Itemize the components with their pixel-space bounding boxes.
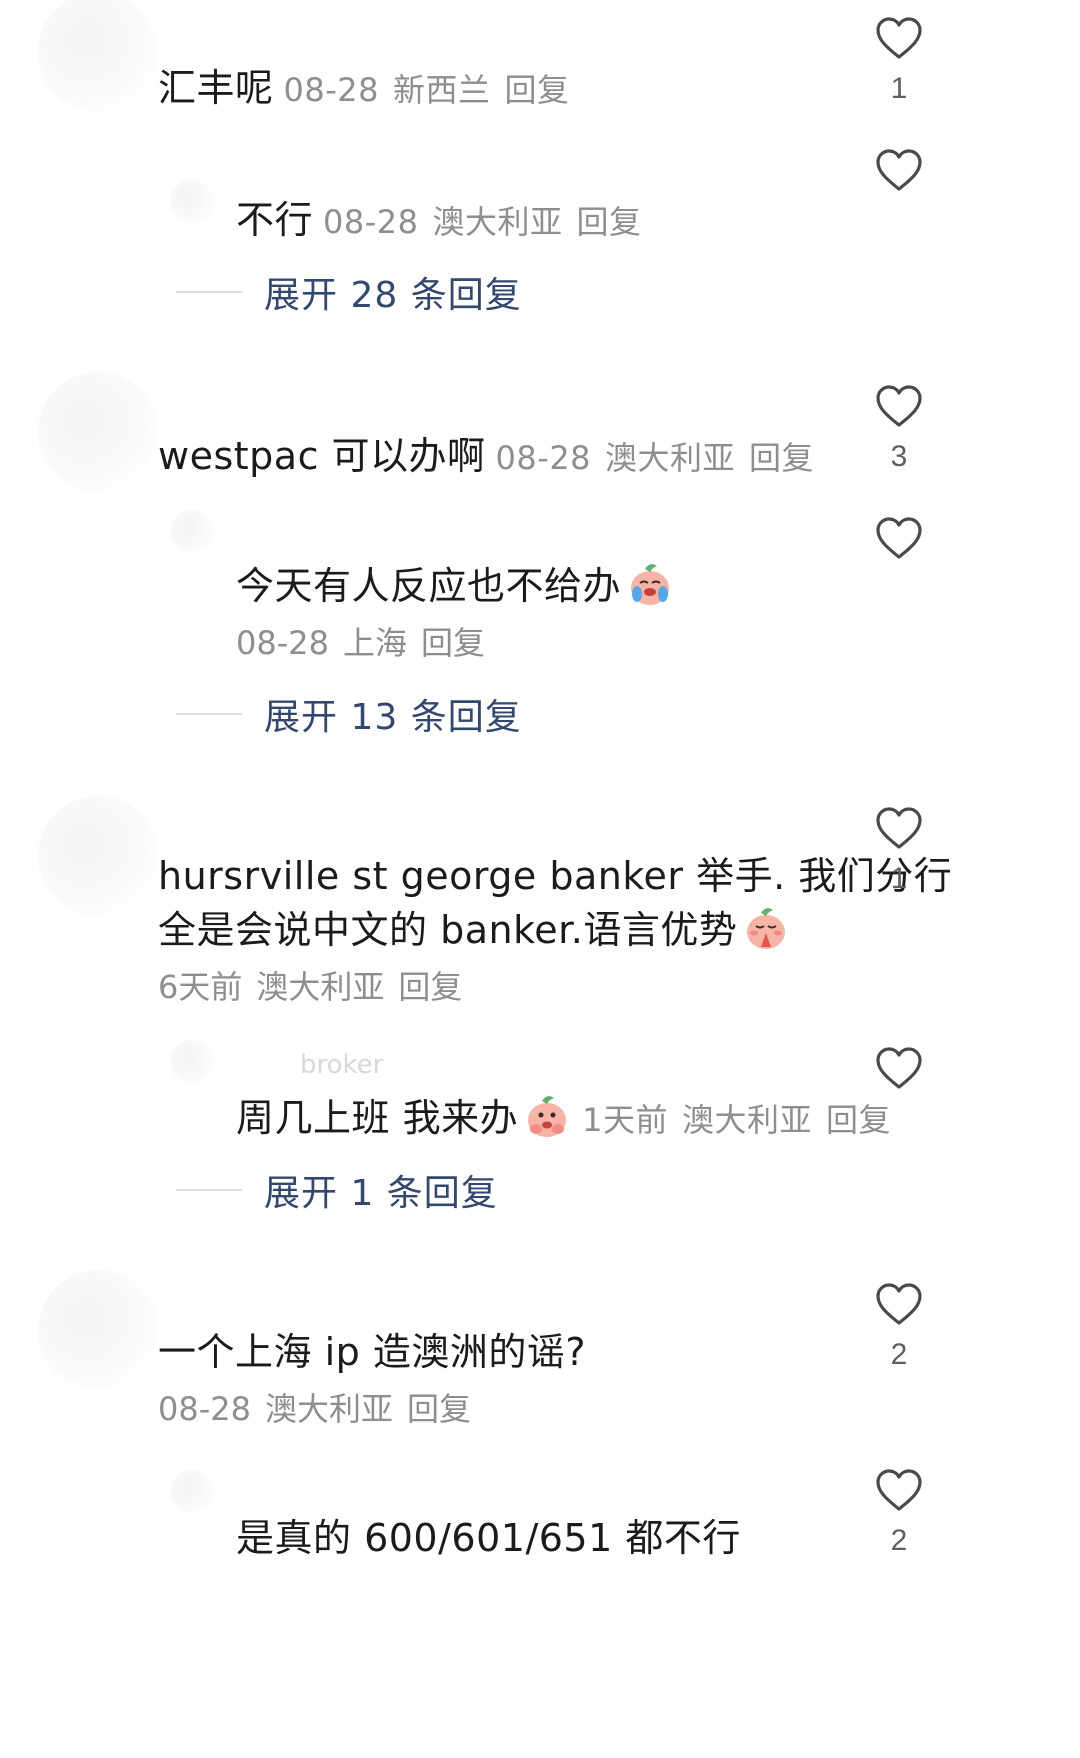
comment-body: hursrville st george banker 举手. 我们分行 <box>158 854 953 898</box>
heart-outline-icon <box>876 517 922 559</box>
like-count: 1 <box>890 862 908 895</box>
comment-location: 澳大利亚 <box>256 968 385 1006</box>
comment-6: 周几上班 我来办 1天前 澳大利亚 回复 <box>236 1088 891 1150</box>
comment-3: westpac 可以办啊 08-28 澳大利亚 回复 <box>158 426 814 488</box>
crying-peach-emoji <box>631 564 670 605</box>
avatar[interactable] <box>38 796 158 916</box>
divider <box>176 291 242 293</box>
like-count: 3 <box>890 440 908 473</box>
avatar[interactable] <box>170 1040 214 1084</box>
comment-1: 汇丰呢 08-28 新西兰 回复 <box>158 58 570 120</box>
comment-4: 今天有人反应也不给办 <box>236 556 675 616</box>
like-button[interactable] <box>859 516 939 560</box>
comment-body: 是真的 600/601/651 都不行 <box>236 1516 741 1560</box>
reply-button[interactable]: 回复 <box>826 1101 891 1139</box>
like-button[interactable]: 2 <box>859 1282 939 1372</box>
comment-5-meta: 6天前 澳大利亚 回复 <box>158 962 462 1012</box>
comment-body: 不行 <box>236 198 314 242</box>
avatar[interactable] <box>38 1270 158 1390</box>
expand-replies-label: 展开 28 条回复 <box>264 275 522 316</box>
like-count: 2 <box>890 1338 908 1371</box>
heart-outline-icon <box>876 17 922 59</box>
comment-location: 澳大利亚 <box>605 439 736 477</box>
expand-replies-button[interactable]: 展开 28 条回复 <box>176 266 522 318</box>
comment-2: 不行 08-28 澳大利亚 回复 <box>236 190 642 252</box>
comment-4-meta: 08-28 上海 回复 <box>236 618 485 668</box>
like-count: 2 <box>890 1524 908 1557</box>
comment-list: 汇丰呢 08-28 新西兰 回复 1 不行 08-28 澳大利亚 回复 展开 28 条回复 … <box>0 0 1080 1758</box>
comment-time: 08-28 <box>283 71 379 109</box>
avatar[interactable] <box>170 180 214 224</box>
comment-body: 周几上班 我来办 <box>236 1096 519 1140</box>
comment-5-line-1: hursrville st george banker 举手. 我们分行 <box>158 846 952 906</box>
comment-time: 08-28 <box>158 1390 251 1428</box>
shy-peach-emoji <box>528 1096 567 1137</box>
reply-button[interactable]: 回复 <box>421 624 485 662</box>
avatar[interactable] <box>38 372 158 492</box>
heart-outline-icon <box>876 149 922 191</box>
like-count: 1 <box>890 72 908 105</box>
reply-button[interactable]: 回复 <box>505 71 570 109</box>
comment-time: 08-28 <box>236 624 329 662</box>
avatar[interactable] <box>170 510 214 554</box>
comment-time: 6天前 <box>158 968 243 1006</box>
divider <box>176 1189 242 1191</box>
expand-replies-label: 展开 1 条回复 <box>264 1173 498 1214</box>
heart-outline-icon <box>876 385 922 427</box>
expand-replies-button[interactable]: 展开 13 条回复 <box>176 688 522 740</box>
comment-5-line-2: 全是会说中文的 banker.语言优势 <box>158 900 791 960</box>
comment-body: 今天有人反应也不给办 <box>236 564 622 608</box>
reply-button[interactable]: 回复 <box>398 968 462 1006</box>
comment-time: 08-28 <box>323 203 419 241</box>
like-button[interactable]: 1 <box>859 806 939 896</box>
comment-body: westpac 可以办啊 <box>158 434 486 478</box>
heart-outline-icon <box>876 1283 922 1325</box>
comment-7-meta: 08-28 澳大利亚 回复 <box>158 1384 471 1434</box>
comment-8: 是真的 600/601/651 都不行 <box>236 1508 741 1568</box>
praying-peach-emoji <box>747 908 786 949</box>
reply-button[interactable]: 回复 <box>577 203 642 241</box>
expand-replies-label: 展开 13 条回复 <box>264 697 522 738</box>
like-button[interactable]: 3 <box>859 384 939 474</box>
heart-outline-icon <box>876 1047 922 1089</box>
comment-location: 上海 <box>342 624 407 662</box>
comment-body: 全是会说中文的 banker.语言优势 <box>158 908 738 952</box>
heart-outline-icon <box>876 1469 922 1511</box>
like-button[interactable]: 2 <box>859 1468 939 1558</box>
comment-location: 澳大利亚 <box>432 203 563 241</box>
like-button[interactable] <box>859 148 939 192</box>
heart-outline-icon <box>876 807 922 849</box>
comment-body: 一个上海 ip 造澳洲的谣? <box>158 1330 587 1374</box>
expand-replies-button[interactable]: 展开 1 条回复 <box>176 1164 498 1216</box>
like-button[interactable]: 1 <box>859 16 939 106</box>
comment-location: 澳大利亚 <box>264 1390 393 1428</box>
comment-time: 08-28 <box>495 439 592 477</box>
comment-time: 1天前 <box>582 1101 668 1139</box>
comment-location: 澳大利亚 <box>681 1101 812 1139</box>
faint-username: broker <box>300 1050 384 1080</box>
like-button[interactable] <box>859 1046 939 1090</box>
comment-body: 汇丰呢 <box>158 66 274 110</box>
reply-button[interactable]: 回复 <box>749 439 814 477</box>
comment-location: 新西兰 <box>393 71 491 109</box>
comment-7: 一个上海 ip 造澳洲的谣? <box>158 1322 586 1382</box>
reply-button[interactable]: 回复 <box>407 1390 471 1428</box>
avatar[interactable] <box>38 0 158 112</box>
divider <box>176 713 242 715</box>
avatar[interactable] <box>170 1470 214 1514</box>
